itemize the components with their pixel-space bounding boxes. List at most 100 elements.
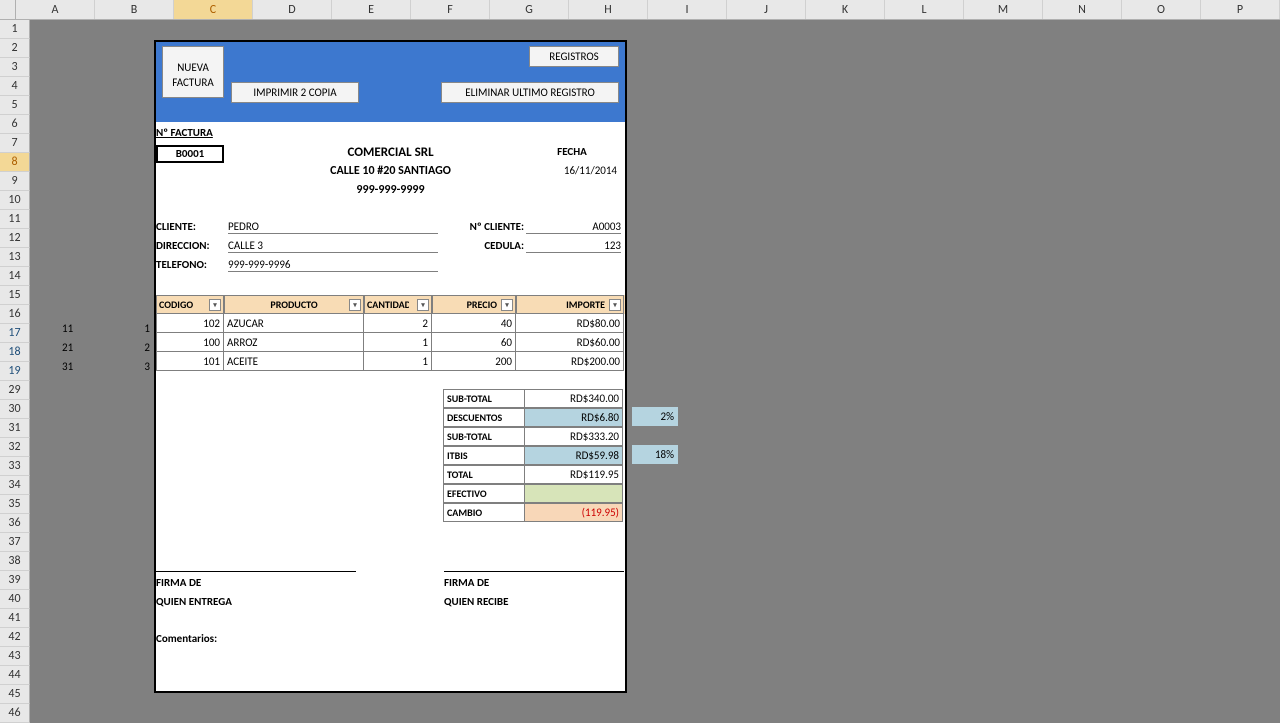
row-header-6[interactable]: 6 (0, 115, 30, 134)
nueva-factura-button[interactable]: NUEVAFACTURA (162, 46, 224, 98)
col-header-B[interactable]: B (95, 0, 174, 19)
th-importe[interactable]: IMPORTE▾ (516, 295, 624, 314)
firma-entrega-line2: QUIEN ENTREGA (156, 595, 232, 608)
select-all-corner[interactable] (0, 0, 16, 19)
th-producto[interactable]: PRODUCTO▾ (224, 295, 364, 314)
row-header-38[interactable]: 38 (0, 552, 30, 571)
cell-codigo[interactable]: 102 (156, 314, 224, 333)
row-header-34[interactable]: 34 (0, 476, 30, 495)
row-header-3[interactable]: 3 (0, 58, 30, 77)
col-header-K[interactable]: K (806, 0, 885, 19)
row-header-40[interactable]: 40 (0, 590, 30, 609)
col-header-J[interactable]: J (727, 0, 806, 19)
row-header-2[interactable]: 2 (0, 39, 30, 58)
col-header-E[interactable]: E (332, 0, 411, 19)
col-header-G[interactable]: G (490, 0, 569, 19)
row-header-39[interactable]: 39 (0, 571, 30, 590)
itbis-percent[interactable]: 18% (632, 445, 678, 464)
row-header-37[interactable]: 37 (0, 533, 30, 552)
row-header-18[interactable]: 18 (0, 343, 30, 362)
th-cantidad[interactable]: CANTIDAD▾ (364, 295, 432, 314)
ncliente-label: Nº CLIENTE: (456, 220, 524, 233)
table-row[interactable]: 101ACEITE1200RD$200.00 (156, 352, 625, 371)
cell-cantidad[interactable]: 1 (364, 352, 432, 371)
row-header-19[interactable]: 19 (0, 362, 30, 381)
table-row[interactable]: 100ARROZ160RD$60.00 (156, 333, 625, 352)
cell-cantidad[interactable]: 1 (364, 333, 432, 352)
col-header-D[interactable]: D (253, 0, 332, 19)
row-header-29[interactable]: 29 (0, 381, 30, 400)
telefono-value[interactable]: 999-999-9996 (228, 258, 438, 272)
row-header-14[interactable]: 14 (0, 267, 30, 286)
filter-icon[interactable]: ▾ (417, 299, 429, 311)
registros-button[interactable]: REGISTROS (529, 46, 619, 67)
row-header-9[interactable]: 9 (0, 172, 30, 191)
table-header-row: CODIGO▾ PRODUCTO▾ CANTIDAD▾ PRECIO▾ IMPO… (156, 295, 625, 314)
row-header-10[interactable]: 10 (0, 191, 30, 210)
row-header-42[interactable]: 42 (0, 628, 30, 647)
row-header-1[interactable]: 1 (0, 20, 30, 39)
row-header-12[interactable]: 12 (0, 229, 30, 248)
row-header-13[interactable]: 13 (0, 248, 30, 267)
eliminar-button[interactable]: ELIMINAR ULTIMO REGISTRO (441, 82, 619, 103)
cell-producto[interactable]: ARROZ (224, 333, 364, 352)
row-header-41[interactable]: 41 (0, 609, 30, 628)
cliente-value[interactable]: PEDRO (228, 220, 438, 234)
cell-importe[interactable]: RD$80.00 (516, 314, 624, 333)
row-header-30[interactable]: 30 (0, 400, 30, 419)
imprimir-button[interactable]: IMPRIMIR 2 COPIA (231, 82, 359, 103)
cell-importe[interactable]: RD$200.00 (516, 352, 624, 371)
cell-importe[interactable]: RD$60.00 (516, 333, 624, 352)
line-number: 3 (130, 360, 150, 373)
col-header-A[interactable]: A (16, 0, 95, 19)
row-header-17[interactable]: 17 (0, 324, 30, 343)
cell-codigo[interactable]: 100 (156, 333, 224, 352)
row-header-16[interactable]: 16 (0, 305, 30, 324)
descuento-percent[interactable]: 2% (632, 407, 678, 426)
row-header-33[interactable]: 33 (0, 457, 30, 476)
col-header-F[interactable]: F (411, 0, 490, 19)
row-header-46[interactable]: 46 (0, 704, 30, 723)
row-header-31[interactable]: 31 (0, 419, 30, 438)
cell-producto[interactable]: AZUCAR (224, 314, 364, 333)
filter-icon[interactable]: ▾ (209, 299, 221, 311)
row-header-4[interactable]: 4 (0, 77, 30, 96)
cell-cantidad[interactable]: 2 (364, 314, 432, 333)
filter-icon[interactable]: ▾ (501, 299, 513, 311)
filter-icon[interactable]: ▾ (609, 299, 621, 311)
cell-codigo[interactable]: 101 (156, 352, 224, 371)
row-header-8[interactable]: 8 (0, 153, 30, 172)
direccion-value[interactable]: CALLE 3 (228, 239, 438, 253)
col-header-C[interactable]: C (174, 0, 253, 19)
row-header-45[interactable]: 45 (0, 685, 30, 704)
row-header-5[interactable]: 5 (0, 96, 30, 115)
cedula-value[interactable]: 123 (526, 239, 621, 253)
col-header-I[interactable]: I (648, 0, 727, 19)
cell-precio[interactable]: 200 (432, 352, 516, 371)
row-header-44[interactable]: 44 (0, 666, 30, 685)
sheet-body[interactable]: 11 21 31 1 2 3 NUEVAFACTURA REGISTROS IM… (30, 20, 1280, 720)
col-header-H[interactable]: H (569, 0, 648, 19)
col-header-P[interactable]: P (1201, 0, 1280, 19)
col-header-L[interactable]: L (885, 0, 964, 19)
row-header-35[interactable]: 35 (0, 495, 30, 514)
row-header-43[interactable]: 43 (0, 647, 30, 666)
row-header-11[interactable]: 11 (0, 210, 30, 229)
col-header-O[interactable]: O (1122, 0, 1201, 19)
th-precio[interactable]: PRECIO▾ (432, 295, 516, 314)
row-header-32[interactable]: 32 (0, 438, 30, 457)
row-header-36[interactable]: 36 (0, 514, 30, 533)
row-header-15[interactable]: 15 (0, 286, 30, 305)
signature-line-recibe (444, 571, 624, 572)
th-codigo[interactable]: CODIGO▾ (156, 295, 224, 314)
col-header-M[interactable]: M (964, 0, 1043, 19)
cell-producto[interactable]: ACEITE (224, 352, 364, 371)
table-row[interactable]: 102AZUCAR240RD$80.00 (156, 314, 625, 333)
col-header-N[interactable]: N (1043, 0, 1122, 19)
cell-precio[interactable]: 40 (432, 314, 516, 333)
filter-icon[interactable]: ▾ (349, 299, 361, 311)
row-header-7[interactable]: 7 (0, 134, 30, 153)
ncliente-value[interactable]: A0003 (526, 220, 621, 234)
cell-precio[interactable]: 60 (432, 333, 516, 352)
efectivo-value[interactable] (525, 484, 623, 503)
